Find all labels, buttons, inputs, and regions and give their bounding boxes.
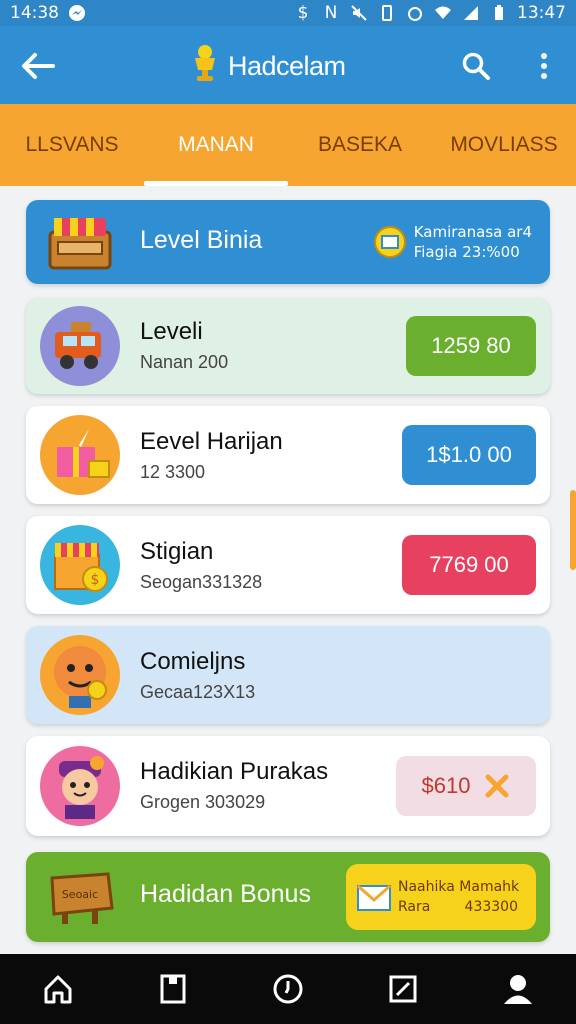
status-bar: 14:38 $ N 13:47: [0, 0, 576, 26]
vibrate-icon: [377, 4, 397, 22]
scrollbar[interactable]: [570, 490, 576, 570]
item-name: Stigian: [140, 538, 214, 565]
claim-amount-button[interactable]: $610: [396, 756, 536, 816]
more-vertical-icon: [541, 53, 547, 79]
more-options-button[interactable]: [528, 46, 560, 86]
user-icon: [504, 975, 533, 1004]
mute-icon: [349, 4, 369, 22]
item-subtitle: Nanan 200: [140, 352, 229, 372]
bonus-info-value: 433300: [464, 899, 518, 915]
list-item[interactable]: Leveli Nanan 200 1259 80: [26, 298, 550, 394]
bottom-navigation: [0, 954, 576, 1024]
bonus-title: Hadidan Bonus: [140, 880, 311, 908]
arrow-left-icon: [22, 53, 55, 79]
tab-manan[interactable]: MANAN: [144, 104, 288, 186]
item-subtitle: Gecaa123X13: [140, 682, 256, 702]
item-subtitle: 12 3300: [140, 462, 206, 482]
close-icon: [485, 774, 509, 798]
app-bar: Hadcelam: [0, 26, 576, 104]
list-item[interactable]: $ Stigian Seogan331328 7769 00: [26, 516, 550, 614]
bonus-banner[interactable]: Seoaic Hadidan Bonus Naahika Mamahk Rara…: [26, 852, 550, 942]
character-icon: [40, 635, 120, 715]
tab-bar: LLSVANS MANAN BASEKA MOVLIASS: [0, 104, 576, 186]
item-name: Hadikian Purakas: [140, 758, 329, 785]
nav-profile-button[interactable]: [490, 961, 546, 1017]
dollar-icon: $: [297, 3, 309, 23]
item-name: Eevel Harijan: [140, 428, 283, 455]
treasure-chest-icon: $: [40, 525, 120, 605]
reward-list: Level Binia Kamiranasa ar4 Fiagia 23:%00…: [0, 186, 576, 954]
bonus-info-line1: Naahika Mamahk: [398, 879, 520, 895]
search-button[interactable]: [456, 46, 496, 86]
nav-edit-button[interactable]: [375, 961, 431, 1017]
battery-icon: [489, 4, 509, 22]
bonus-info-label: Rara: [398, 899, 431, 915]
item-amount: $610: [421, 773, 471, 798]
claim-amount-button[interactable]: 1259 80: [406, 316, 536, 376]
nav-home-button[interactable]: [30, 961, 86, 1017]
tab-baseka[interactable]: BASEKA: [288, 104, 432, 186]
list-item[interactable]: Comieljns Gecaa123X13: [26, 626, 550, 724]
signboard-icon: Seoaic: [42, 868, 118, 926]
shop-chest-icon: [44, 212, 116, 272]
tab-llsvans[interactable]: LLSVANS: [0, 104, 144, 186]
kid-character-icon: [40, 746, 120, 826]
level-banner[interactable]: Level Binia Kamiranasa ar4 Fiagia 23:%00: [26, 200, 550, 284]
banner-info-line1: Kamiranasa ar4: [413, 223, 532, 241]
svg-text:$: $: [91, 572, 100, 588]
item-subtitle: Seogan331328: [140, 572, 263, 592]
item-name: Comieljns: [140, 648, 246, 675]
trophy-icon: [190, 44, 220, 88]
truck-icon: [40, 306, 120, 386]
claim-amount-button[interactable]: 7769 00: [402, 535, 536, 595]
page-title: Hadcelam: [228, 50, 346, 81]
sign-text: Seoaic: [62, 888, 98, 901]
claim-amount-button[interactable]: 1$1.0 00: [402, 425, 536, 485]
back-button[interactable]: [18, 46, 58, 86]
status-time-left: 14:38: [10, 3, 59, 23]
list-item[interactable]: Hadikian Purakas Grogen 303029 $610: [26, 736, 550, 836]
gift-icon: [40, 415, 120, 495]
coin-bag-icon: [372, 220, 408, 264]
status-time-right: 13:47: [517, 3, 566, 23]
banner-title: Level Binia: [140, 226, 263, 254]
edit-icon: [389, 975, 417, 1003]
envelope-icon: [357, 884, 391, 911]
banner-info-line2: Fiagia 23:%00: [413, 243, 520, 261]
list-item[interactable]: Eevel Harijan 12 3300 1$1.0 00: [26, 406, 550, 504]
messenger-icon: [67, 4, 87, 22]
item-subtitle: Grogen 303029: [140, 792, 266, 812]
document-icon: [160, 974, 186, 1004]
alarm-icon: [405, 4, 425, 22]
tab-movliass[interactable]: MOVLIASS: [432, 104, 576, 186]
nfc-icon: N: [324, 3, 338, 23]
clock-icon: [273, 974, 303, 1004]
nav-timer-button[interactable]: [260, 961, 316, 1017]
search-icon: [462, 52, 490, 80]
item-name: Leveli: [140, 318, 203, 345]
nav-list-button[interactable]: [145, 961, 201, 1017]
bonus-reward-box[interactable]: Naahika Mamahk Rara 433300: [346, 864, 536, 930]
wifi-icon: [433, 4, 453, 22]
signal-icon: [461, 4, 481, 22]
banner-info: Kamiranasa ar4 Fiagia 23:%00: [372, 220, 532, 264]
home-icon: [44, 975, 72, 1004]
